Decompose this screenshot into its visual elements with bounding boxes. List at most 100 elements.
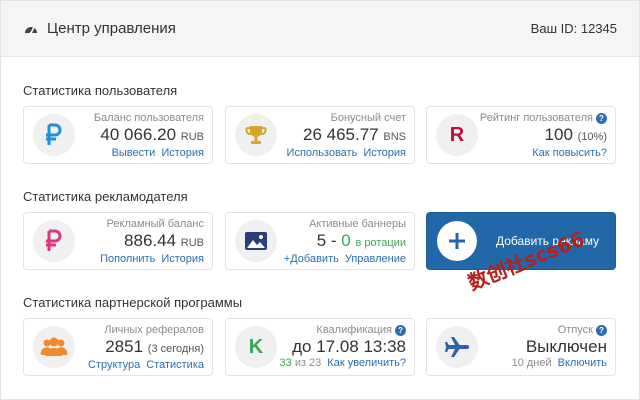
vacation-value: Выключен: [525, 337, 607, 356]
card-rating: R Рейтинг пользователя? 100 (10%) Как по…: [426, 106, 616, 164]
bonus-label: Бонусный счет: [330, 112, 406, 124]
card-referrals: Личных рефералов 2851 (3 сегодня) Структ…: [23, 318, 213, 376]
qualification-progress: 33: [279, 357, 292, 369]
referrals-today: (3 сегодня): [147, 343, 204, 355]
rating-amount: 100: [544, 125, 573, 144]
banners-unit: в ротации: [355, 237, 406, 249]
structure-link[interactable]: Структура: [88, 359, 140, 371]
qualification-links: 33 из 23 Как увеличить?: [280, 357, 407, 370]
bonus-value: 26 465.77 BNS: [287, 125, 406, 147]
header-left: Центр управления: [23, 20, 176, 37]
rating-label: Рейтинг пользователя: [479, 112, 593, 124]
vacation-text: Отпуск? Выключен 10 дней Включить: [512, 324, 607, 370]
referrals-value: 2851 (3 сегодня): [88, 337, 204, 359]
rating-percent: (10%): [577, 131, 607, 143]
ruble-icon: [46, 123, 62, 145]
balance-value: 40 066.20 RUB: [94, 125, 204, 147]
balance-unit: RUB: [180, 131, 204, 143]
rating-links: Как повысить?: [480, 147, 607, 160]
header: Центр управления Ваш ID: 12345: [1, 1, 639, 57]
ad-balance-value: 886.44 RUB: [100, 231, 204, 253]
qualification-progress-total: из 23: [294, 357, 322, 369]
rating-letter: R: [449, 123, 465, 146]
qualification-text: Квалификация? до 17.08 13:38 33 из 23 Как…: [280, 324, 407, 370]
users-icon: [40, 337, 68, 356]
trophy-icon: [245, 126, 267, 144]
bonus-icon-circle: [235, 114, 277, 156]
balance-history-link[interactable]: История: [161, 147, 204, 159]
card-banners: Активные баннеры 5 - 0 в ротации +Добави…: [225, 212, 415, 270]
referrals-label: Личных рефералов: [104, 324, 204, 336]
ruble-icon: [46, 229, 62, 251]
vacation-label: Отпуск: [557, 324, 593, 336]
image-icon: [245, 232, 267, 250]
manage-banners-link[interactable]: Управление: [345, 253, 406, 265]
use-bonus-link[interactable]: Использовать: [287, 147, 358, 159]
card-ad-balance: Рекламный баланс 886.44 RUB Пополнить Ист…: [23, 212, 213, 270]
ad-balance-text: Рекламный баланс 886.44 RUB Пополнить Ист…: [100, 218, 204, 266]
vacation-label-row: Отпуск?: [512, 324, 607, 337]
balance-text: Баланс пользователя 40 066.20 RUB Вывест…: [94, 112, 204, 160]
card-bonus: Бонусный счет 26 465.77 BNS Использовать…: [225, 106, 415, 164]
referrals-count: 2851: [105, 337, 144, 356]
plus-icon: [437, 221, 477, 261]
bonus-amount: 26 465.77: [303, 125, 379, 144]
bonus-unit: BNS: [383, 131, 406, 143]
question-icon[interactable]: ?: [395, 325, 406, 336]
ad-balance-label: Рекламный баланс: [106, 218, 204, 230]
bonus-history-link[interactable]: История: [363, 147, 406, 159]
referrals-icon-circle: [33, 326, 75, 368]
rating-value: 100 (10%): [480, 125, 607, 147]
statistics-link[interactable]: Статистика: [146, 359, 204, 371]
vacation-icon-circle: [436, 326, 478, 368]
banners-rotating: 0: [341, 231, 351, 250]
ad-balance-icon-circle: [33, 220, 75, 262]
plane-icon: [445, 337, 469, 357]
how-to-increase-link[interactable]: Как увеличить?: [327, 357, 406, 369]
banners-label: Активные баннеры: [309, 218, 406, 230]
top-up-link[interactable]: Пополнить: [100, 253, 155, 265]
ad-history-link[interactable]: История: [161, 253, 204, 265]
rating-icon-circle: R: [436, 114, 478, 156]
control-center-page: Центр управления Ваш ID: 12345 Статистик…: [0, 0, 640, 400]
section-title-user: Статистика пользователя: [23, 83, 178, 98]
ad-balance-unit: RUB: [180, 237, 204, 249]
vacation-links: 10 дней Включить: [512, 357, 607, 370]
referrals-links: Структура Статистика: [88, 359, 204, 372]
withdraw-link[interactable]: Вывести: [112, 147, 156, 159]
page-title: Центр управления: [47, 20, 176, 37]
rating-label-row: Рейтинг пользователя?: [480, 112, 607, 125]
ad-balance-amount: 886.44: [124, 231, 177, 250]
question-icon[interactable]: ?: [596, 325, 607, 336]
balance-amount: 40 066.20: [100, 125, 177, 144]
vacation-days: 10 дней: [511, 357, 552, 369]
user-id: Ваш ID: 12345: [530, 21, 617, 36]
balance-icon-circle: [33, 114, 75, 156]
banners-value: 5 - 0 в ротации: [284, 231, 406, 253]
referrals-text: Личных рефералов 2851 (3 сегодня) Структ…: [88, 324, 204, 372]
qualification-label-row: Квалификация?: [280, 324, 406, 337]
banners-text: Активные баннеры 5 - 0 в ротации +Добави…: [284, 218, 406, 266]
qualification-value: до 17.08 13:38: [292, 337, 406, 356]
banners-active: 5 -: [316, 231, 337, 250]
section-title-advertiser: Статистика рекламодателя: [23, 189, 188, 204]
balance-links: Вывести История: [94, 147, 204, 160]
enable-vacation-link[interactable]: Включить: [558, 357, 607, 369]
card-qualification: K Квалификация? до 17.08 13:38 33 из 23 К…: [225, 318, 415, 376]
qualification-icon-circle: K: [235, 326, 277, 368]
banners-icon-circle: [235, 220, 277, 262]
bonus-text: Бонусный счет 26 465.77 BNS Использовать…: [287, 112, 406, 160]
balance-label: Баланс пользователя: [93, 112, 204, 124]
banners-links: +Добавить Управление: [284, 253, 406, 266]
qualification-label: Квалификация: [316, 324, 392, 336]
how-to-raise-link[interactable]: Как повысить?: [532, 147, 607, 159]
question-icon[interactable]: ?: [596, 113, 607, 124]
rating-text: Рейтинг пользователя? 100 (10%) Как повы…: [480, 112, 607, 160]
card-balance: Баланс пользователя 40 066.20 RUB Вывест…: [23, 106, 213, 164]
qualification-letter: K: [248, 335, 264, 358]
section-title-partner: Статистика партнерской программы: [23, 295, 243, 310]
bonus-links: Использовать История: [287, 147, 406, 160]
gauge-icon: [25, 26, 37, 34]
add-banner-link[interactable]: +Добавить: [284, 253, 339, 265]
ad-balance-links: Пополнить История: [100, 253, 204, 266]
